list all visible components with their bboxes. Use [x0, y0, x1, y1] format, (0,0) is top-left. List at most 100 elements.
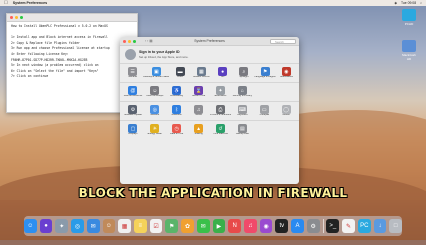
pref-screen-time[interactable]: ⌛ Screen Time [188, 86, 210, 101]
pref-software-update[interactable]: ⚙ Software Update [122, 105, 144, 120]
pref-keyboard[interactable]: ⌨ Keyboard [231, 105, 253, 120]
trash-icon[interactable]: □ [389, 219, 403, 233]
empty-slot [275, 124, 297, 139]
pref-security[interactable]: ⌂ Security & Privacy [231, 86, 253, 101]
empty-slot [253, 86, 275, 101]
pref-general[interactable]: ☰ General [122, 67, 143, 82]
pref-extensions[interactable]: ✦ Extensions [210, 86, 232, 101]
pref-label: Mouse [282, 114, 290, 116]
textedit-titlebar[interactable] [7, 14, 137, 22]
dock: ☺ ● ✦ ◎ ✉ ☺ ▦ ≡ ☑ ⚑ ✿ ✉ ▶ N ♫ ◉ tv A ⚙ >_ ✎ PC ↓ □ [23, 216, 403, 236]
contacts-icon[interactable]: ☺ [102, 219, 116, 233]
desktop-icon-pchd[interactable]: PCHD [400, 9, 418, 26]
zoom-icon[interactable] [20, 16, 23, 19]
prefs-row: ⚙ Software Update ◎ Network ᛒ Bluetooth ♫ Sound… [120, 101, 299, 120]
messages-icon[interactable]: ✉ [196, 219, 210, 233]
downloads-icon[interactable]: ↓ [373, 219, 387, 233]
pref-bluetooth[interactable]: ᛒ Bluetooth [166, 105, 188, 120]
siri-icon[interactable]: ● [39, 219, 53, 233]
safari-icon[interactable]: ◎ [71, 219, 84, 233]
textedit-document[interactable]: How to Install ObenPLC Professional v 5.… [7, 22, 137, 82]
security-icon: ⌂ [237, 86, 247, 95]
terminal-icon[interactable]: >_ [326, 219, 340, 233]
pref-startup-disk[interactable]: ▤ Startup Disk [231, 124, 253, 139]
pref-label: Spotlight [239, 76, 249, 78]
pref-language[interactable]: ⚑ Language & Region [254, 67, 276, 82]
tv-icon[interactable]: tv [275, 219, 289, 233]
menu-bar:  System Preferences ◈ Tue 09:08 ⌕ [0, 0, 426, 6]
pref-energy-saver[interactable]: ☀ Energy Saver [144, 124, 166, 139]
app-store-icon[interactable]: A [291, 219, 304, 233]
pref-dock[interactable]: ▬ Dock [169, 67, 190, 82]
prefs-row: @ Internet Accounts ☺ Users & Groups ♿ Access… [120, 82, 299, 101]
pref-accessibility[interactable]: ♿ Accessibility [166, 86, 188, 101]
mail-icon[interactable]: ✉ [86, 219, 100, 233]
signin-title: Sign in to your Apple ID [139, 50, 180, 54]
minimize-icon[interactable] [15, 16, 18, 19]
mission-control-icon: ▦ [196, 67, 206, 76]
avatar [125, 49, 136, 60]
internet-accounts-icon: @ [128, 86, 138, 95]
system-preferences-window[interactable]: System Preferences ‹ › ▦ Search Sign in … [120, 37, 299, 184]
pref-displays[interactable]: ▢ Displays [122, 124, 144, 139]
pref-internet-accounts[interactable]: @ Internet Accounts [122, 86, 144, 101]
pref-notifications[interactable]: ◉ Notifications [276, 67, 297, 82]
pref-mouse[interactable]: ◯ Mouse [275, 105, 297, 120]
pref-sound[interactable]: ♫ Sound [188, 105, 210, 120]
pref-label: Sharing [194, 133, 203, 135]
pref-label: Energy Saver [147, 133, 163, 135]
apple-menu-icon[interactable]:  [4, 0, 8, 6]
facetime-icon[interactable]: ▶ [212, 219, 226, 233]
network-icon: ◎ [150, 105, 160, 114]
pref-sharing[interactable]: ▲ Sharing [188, 124, 210, 139]
pref-desktop[interactable]: ▣ Desktop & Screen Saver [143, 67, 169, 82]
podcasts-icon[interactable]: ◉ [259, 219, 273, 233]
calendar-icon[interactable]: ▦ [118, 219, 131, 233]
launchpad-icon[interactable]: ✦ [55, 219, 69, 233]
news-icon[interactable]: N [228, 219, 241, 233]
pref-time-machine[interactable]: ↺ Time Machine [210, 124, 232, 139]
displays-icon: ▢ [128, 124, 138, 133]
pref-mission-control[interactable]: ▦ Mission Control [191, 67, 212, 82]
video-caption: BLOCK THE APPLICATION IN FIREWALL [78, 186, 348, 200]
pref-label: Software Update [124, 114, 142, 116]
empty-slot [275, 86, 297, 101]
pref-label: Extensions [214, 95, 227, 97]
sharing-icon: ▲ [194, 124, 204, 133]
pref-printers[interactable]: ⎙ Printers & Scanners [210, 105, 232, 120]
pc-app-icon[interactable]: PC [357, 219, 371, 233]
close-icon[interactable] [10, 16, 13, 19]
finder-icon[interactable]: ☺ [23, 219, 37, 233]
pref-spotlight[interactable]: ⌕ Spotlight [233, 67, 254, 82]
wifi-icon[interactable]: ◈ [394, 1, 397, 5]
maps-icon[interactable]: ⚑ [165, 219, 179, 233]
pref-label: Accessibility [170, 95, 184, 97]
users-icon: ☺ [150, 86, 160, 95]
pref-label: Mission Control [193, 76, 210, 78]
pref-label: Displays [128, 133, 138, 135]
notes-icon[interactable]: ≡ [133, 219, 147, 233]
pref-network[interactable]: ◎ Network [144, 105, 166, 120]
music-icon[interactable]: ♫ [243, 219, 257, 233]
app-menu-name[interactable]: System Preferences [13, 1, 47, 5]
apple-id-signin[interactable]: Sign in to your Apple ID Set up iCloud, … [120, 46, 299, 64]
textedit-icon[interactable]: ✎ [342, 219, 355, 233]
pref-users[interactable]: ☺ Users & Groups [144, 86, 166, 101]
pref-trackpad[interactable]: ▭ Trackpad [253, 105, 275, 120]
pref-label: General [128, 76, 137, 78]
reminders-icon[interactable]: ☑ [149, 219, 163, 233]
pref-label: Users & Groups [146, 95, 164, 97]
document-line: 7> Click on continue [11, 74, 49, 79]
pref-date-time[interactable]: ◷ Date & Time [166, 124, 188, 139]
desktop-icon-macintosh-hd[interactable]: Macintosh HD [400, 40, 418, 61]
sysprefs-titlebar[interactable]: System Preferences ‹ › ▦ Search [120, 37, 299, 46]
spotlight-search-icon[interactable]: ⌕ [420, 1, 422, 5]
pref-siri[interactable]: ● Siri [212, 67, 233, 82]
search-input[interactable]: Search [270, 38, 296, 44]
system-preferences-icon[interactable]: ⚙ [306, 219, 320, 233]
clock[interactable]: Tue 09:08 [401, 1, 416, 5]
textedit-window[interactable]: How to Install ObenPLC Professional v 5.… [6, 13, 138, 113]
photos-icon[interactable]: ✿ [181, 219, 194, 233]
printers-icon: ⎙ [215, 105, 225, 114]
software-update-icon: ⚙ [128, 105, 138, 114]
